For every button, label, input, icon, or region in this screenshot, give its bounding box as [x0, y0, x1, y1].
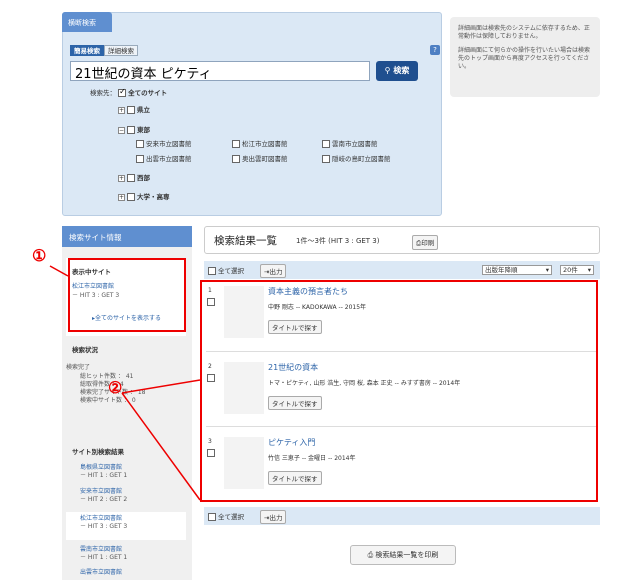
annotation-line: [121, 392, 201, 501]
annotation-lines: [49, 265, 201, 501]
annotation-line: [49, 265, 69, 277]
annotation-line: [121, 379, 201, 394]
